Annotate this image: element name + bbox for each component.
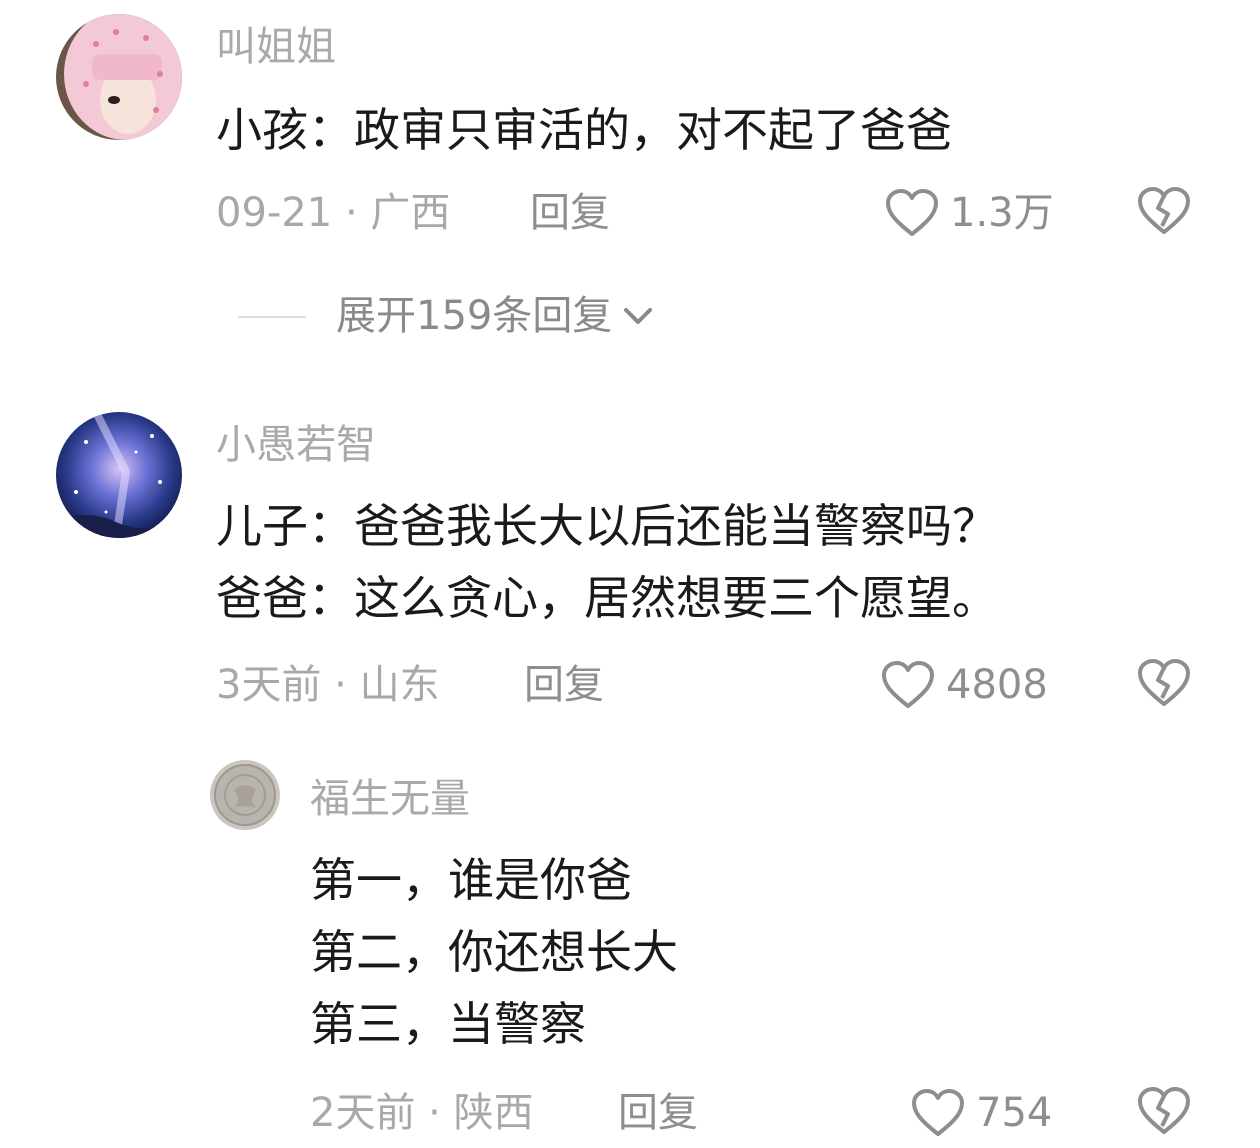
heart-outline-icon — [886, 189, 938, 236]
reply-button[interactable]: 回复 — [524, 660, 604, 710]
coin-avatar — [210, 760, 280, 830]
comment-line: 小孩：政审只审活的，对不起了爸爸 — [216, 103, 952, 157]
avatar[interactable] — [56, 14, 182, 140]
like-button[interactable]: 4808 — [880, 660, 1048, 710]
reply-item: 福生无量 第一，谁是你爸 第二，你还想长大 第三，当警察 2天前 · 陕西 回复… — [0, 750, 1260, 1148]
comment-meta: 09-21 · 广西 — [216, 190, 451, 236]
galaxy-avatar — [56, 412, 182, 538]
comment-item: 小愚若智 儿子：爸爸我长大以后还能当警察吗？ 爸爸：这么贪心，居然想要三个愿望。… — [0, 400, 1260, 730]
comment-text: 儿子：爸爸我长大以后还能当警察吗？ 爸爸：这么贪心，居然想要三个愿望。 — [216, 490, 998, 634]
reply-line: 第三，当警察 — [310, 997, 586, 1051]
girl-photo-avatar — [56, 14, 182, 140]
comment-meta: 3天前 · 山东 — [216, 662, 440, 708]
like-count: 754 — [976, 1090, 1053, 1136]
reply-line: 第二，你还想长大 — [310, 925, 678, 979]
dislike-button[interactable] — [1136, 186, 1192, 236]
like-count: 4808 — [946, 662, 1048, 708]
username[interactable]: 小愚若智 — [216, 420, 376, 470]
heart-outline-icon — [882, 661, 934, 708]
reply-text: 第一，谁是你爸 第二，你还想长大 第三，当警察 — [310, 844, 678, 1060]
avatar[interactable] — [56, 412, 182, 538]
dislike-button[interactable] — [1136, 658, 1192, 708]
dislike-button[interactable] — [1136, 1086, 1192, 1136]
chevron-down-icon — [624, 308, 653, 324]
username[interactable]: 福生无量 — [310, 774, 470, 824]
broken-heart-icon — [1138, 1087, 1190, 1134]
like-count: 1.3万 — [950, 190, 1054, 236]
comment-item: 叫姐姐 小孩：政审只审活的，对不起了爸爸 09-21 · 广西 回复 1.3万 — [0, 0, 1260, 290]
expand-replies-button[interactable]: 展开159条回复 — [336, 291, 658, 341]
reply-button[interactable]: 回复 — [530, 188, 610, 238]
divider-line — [238, 316, 306, 318]
like-button[interactable]: 754 — [910, 1088, 1052, 1138]
reply-meta: 2天前 · 陕西 — [310, 1090, 534, 1136]
comment-text: 小孩：政审只审活的，对不起了爸爸 — [216, 94, 952, 166]
reply-button[interactable]: 回复 — [618, 1088, 698, 1138]
avatar[interactable] — [210, 760, 280, 830]
like-button[interactable]: 1.3万 — [884, 188, 1054, 238]
broken-heart-icon — [1138, 187, 1190, 234]
expand-replies-label: 展开159条回复 — [336, 293, 613, 339]
broken-heart-icon — [1138, 659, 1190, 706]
username[interactable]: 叫姐姐 — [216, 22, 336, 72]
reply-line: 第一，谁是你爸 — [310, 853, 632, 907]
comment-line: 儿子：爸爸我长大以后还能当警察吗？ — [216, 499, 998, 553]
comment-line: 爸爸：这么贪心，居然想要三个愿望。 — [216, 571, 998, 625]
heart-outline-icon — [912, 1089, 964, 1136]
